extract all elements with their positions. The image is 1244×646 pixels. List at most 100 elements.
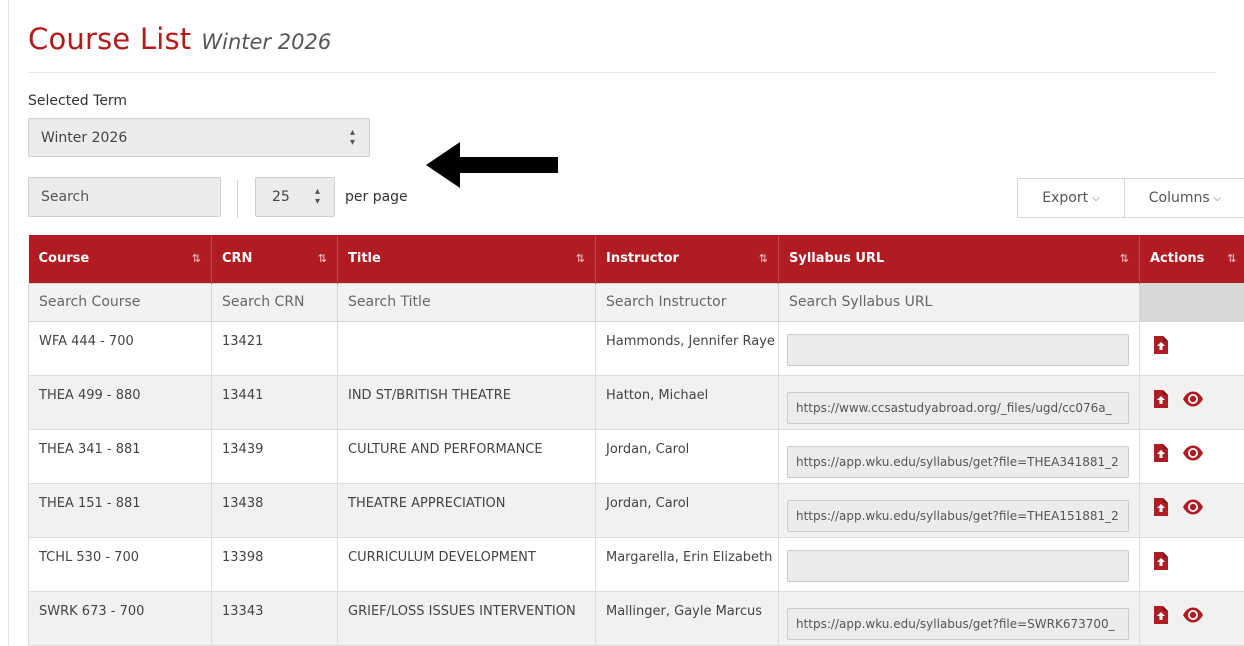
course-cell: SWRK 673 - 700 [28,590,212,646]
column-header-instructor[interactable]: Instructor ⇅ [595,235,779,283]
export-label: Export [1042,190,1089,206]
sort-icon[interactable]: ⇅ [1120,252,1129,265]
table-row: THEA 151 - 881 13438 THEATRE APPRECIATION J… [28,482,1244,538]
table-row: SWRK 673 - 700 13343 GRIEF/LOSS ISSUES INT… [28,590,1244,646]
filter-syllabus-url-input[interactable]: Search Syllabus URL [778,282,1140,322]
title-divider [28,72,1216,73]
syllabus-url-input[interactable]: https://app.wku.edu/syllabus/get?file=TH… [787,445,1129,478]
actions-cell [1139,536,1244,592]
page-title: Course List Winter 2026 [28,22,331,62]
search-input[interactable]: Search [28,177,221,217]
title-cell: THEATRE APPRECIATION [337,482,596,538]
chevron-down-icon: ⌵ [1213,192,1222,204]
syllabus-url-input[interactable] [787,333,1129,366]
chevron-down-icon: ⌵ [1092,192,1100,204]
actions-cell [1139,320,1244,376]
filter-actions-empty [1139,282,1244,322]
course-table: Course ⇅ CRN ⇅ Title ⇅ Instructor ⇅ Syllabus… [28,235,1244,646]
export-button[interactable]: Export ⌵ [1017,178,1125,218]
actions-cell [1139,482,1244,538]
syllabus-url-cell: https://app.wku.edu/syllabus/get?file=TH… [778,482,1140,538]
table-row: WFA 444 - 700 13421 Hammonds, Jennifer Ray… [28,320,1244,376]
column-header-actions[interactable]: Actions ⇅ [1139,235,1244,283]
syllabus-url-cell: https://www.ccsastudyabroad.org/_files/u… [778,374,1140,430]
updown-icon: ▴ ▾ [349,126,355,148]
sort-icon[interactable]: ⇅ [576,252,585,265]
filter-row: Search Course Search CRN Search Title Se… [28,282,1244,322]
search-placeholder: Search [41,189,90,205]
column-header-course[interactable]: Course ⇅ [28,235,212,283]
filter-crn-input[interactable]: Search CRN [211,282,338,322]
sort-icon[interactable]: ⇅ [759,252,768,265]
eye-icon[interactable] [1182,499,1204,519]
course-cell: TCHL 530 - 700 [28,536,212,592]
table-row: THEA 499 - 880 13441 IND ST/BRITISH THEATR… [28,374,1244,430]
actions-cell [1139,428,1244,484]
crn-cell: 13438 [211,482,338,538]
course-list-page: Course List Winter 2026 Selected Term Wi… [28,0,1244,646]
file-upload-icon[interactable] [1154,443,1168,466]
actions-cell [1139,590,1244,646]
sort-icon[interactable]: ⇅ [1227,252,1236,265]
filter-title-input[interactable]: Search Title [337,282,596,322]
term-select[interactable]: Winter 2026 ▴ ▾ [28,118,370,157]
column-header-crn[interactable]: CRN ⇅ [211,235,338,283]
instructor-cell: Hatton, Michael [595,374,779,430]
course-cell: THEA 499 - 880 [28,374,212,430]
toolbar-divider [237,180,238,218]
file-upload-icon[interactable] [1154,497,1168,520]
file-upload-icon[interactable] [1154,551,1168,574]
filter-course-input[interactable]: Search Course [28,282,212,322]
eye-icon[interactable] [1182,607,1204,627]
instructor-cell: Mallinger, Gayle Marcus [595,590,779,646]
title-cell: IND ST/BRITISH THEATRE [337,374,596,430]
syllabus-url-input[interactable]: https://app.wku.edu/syllabus/get?file=SW… [787,607,1129,640]
term-select-value: Winter 2026 [41,129,128,146]
file-upload-icon[interactable] [1154,605,1168,628]
title-cell: CULTURE AND PERFORMANCE [337,428,596,484]
table-row: THEA 341 - 881 13439 CULTURE AND PERFORMAN… [28,428,1244,484]
eye-icon[interactable] [1182,391,1204,411]
page-title-term: Winter 2026 [201,30,332,54]
title-cell: CURRICULUM DEVELOPMENT [337,536,596,592]
syllabus-url-input[interactable]: https://app.wku.edu/syllabus/get?file=TH… [787,499,1129,532]
selected-term-label: Selected Term [28,93,128,109]
instructor-cell: Jordan, Carol [595,428,779,484]
crn-cell: 13398 [211,536,338,592]
sort-icon[interactable]: ⇅ [318,252,327,265]
sort-icon[interactable]: ⇅ [192,252,201,265]
crn-cell: 13441 [211,374,338,430]
title-cell [337,320,596,376]
column-header-syllabus-url[interactable]: Syllabus URL ⇅ [778,235,1140,283]
syllabus-url-input[interactable]: https://www.ccsastudyabroad.org/_files/u… [787,391,1129,424]
instructor-cell: Margarella, Erin Elizabeth [595,536,779,592]
per-page-select[interactable]: 25 ▴ ▾ [255,177,335,217]
syllabus-url-input[interactable] [787,549,1129,582]
updown-icon: ▴ ▾ [314,186,320,207]
column-header-title[interactable]: Title ⇅ [337,235,596,283]
crn-cell: 13421 [211,320,338,376]
file-upload-icon[interactable] [1154,335,1168,358]
columns-button[interactable]: Columns ⌵ [1124,178,1244,218]
file-upload-icon[interactable] [1154,389,1168,412]
syllabus-url-cell [778,536,1140,592]
syllabus-url-cell [778,320,1140,376]
crn-cell: 13439 [211,428,338,484]
course-cell: THEA 341 - 881 [28,428,212,484]
columns-label: Columns [1148,190,1210,206]
table-row: TCHL 530 - 700 13398 CURRICULUM DEVELOPMEN… [28,536,1244,592]
filter-instructor-input[interactable]: Search Instructor [595,282,779,322]
left-border-line [8,0,9,646]
per-page-value: 25 [272,189,290,205]
crn-cell: 13343 [211,590,338,646]
syllabus-url-cell: https://app.wku.edu/syllabus/get?file=TH… [778,428,1140,484]
per-page-label: per page [345,189,408,205]
eye-icon[interactable] [1182,445,1204,465]
left-arrow-icon [426,142,558,188]
title-cell: GRIEF/LOSS ISSUES INTERVENTION [337,590,596,646]
instructor-cell: Jordan, Carol [595,482,779,538]
table-header-row: Course ⇅ CRN ⇅ Title ⇅ Instructor ⇅ Syllabus… [28,235,1244,283]
course-cell: THEA 151 - 881 [28,482,212,538]
instructor-cell: Hammonds, Jennifer Raye [595,320,779,376]
page-title-main: Course List [28,22,192,56]
